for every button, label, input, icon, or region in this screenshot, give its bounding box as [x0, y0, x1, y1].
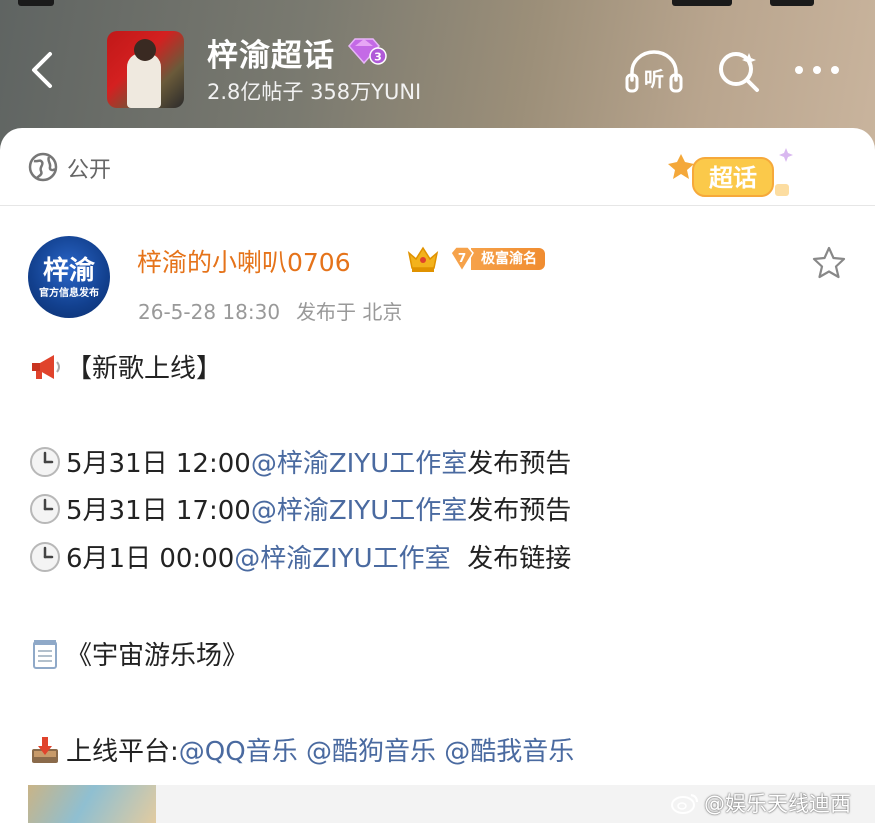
clock-icon [30, 493, 60, 524]
status-time-fragment [18, 0, 54, 6]
post-author-avatar[interactable]: 梓渝 官方信息发布 [28, 236, 110, 318]
post-line-1: 【新歌上线】 [28, 348, 222, 385]
back-button[interactable] [26, 48, 62, 92]
status-battery-fragment [770, 0, 814, 6]
status-signal-fragment [672, 0, 732, 6]
fan-badge-label: 极富渝名 [471, 248, 545, 270]
post-line-4: 6月1日 00:00 @梓渝ZIYU工作室 发布链接 [28, 538, 571, 575]
super-topic-badge: 超话 [668, 148, 793, 197]
more-dots-icon [795, 66, 839, 74]
svg-text:7: 7 [458, 251, 466, 265]
search-button[interactable] [716, 48, 762, 94]
media-thumbnail[interactable] [28, 785, 156, 823]
chevron-left-icon [32, 52, 52, 88]
weibo-logo-icon [671, 794, 698, 814]
globe-icon [28, 152, 58, 182]
post-line-5: 《宇宙游乐场》 [28, 635, 248, 672]
notepad-icon [33, 639, 57, 669]
search-icon [719, 52, 759, 92]
divider [0, 205, 875, 206]
post-time: 26-5-28 18:30 [138, 300, 281, 324]
megaphone-icon [32, 354, 60, 379]
svg-text:超话: 超话 [709, 164, 757, 192]
post-line-2: 5月31日 12:00 @梓渝ZIYU工作室 发布预告 [28, 443, 571, 480]
topic-avatar[interactable] [107, 31, 184, 108]
favorite-button[interactable] [811, 245, 847, 281]
svg-text:3: 3 [374, 51, 382, 64]
watermark: @娱乐天线迪西 [670, 788, 851, 818]
star-icon [812, 246, 846, 279]
svg-text:听: 听 [644, 67, 664, 91]
fan-badge[interactable]: 7 极富渝名 [449, 245, 545, 273]
topic-title: 梓渝超话 [207, 38, 335, 74]
inbox-tray-icon [32, 736, 58, 763]
status-bar [0, 0, 875, 12]
mention-link[interactable]: @QQ音乐 [179, 731, 298, 768]
mention-link[interactable]: @梓渝ZIYU工作室 [234, 538, 450, 575]
post-line-6: 上线平台: @QQ音乐 @酷狗音乐 @酷我音乐 [28, 731, 574, 768]
post-meta: 26-5-28 18:30 发布于 北京 [138, 296, 402, 325]
visibility-label: 公开 [67, 158, 112, 183]
clock-icon [30, 541, 60, 572]
fan-level-icon: 7 [449, 246, 475, 273]
level-badge: 3 [345, 36, 387, 66]
mention-link[interactable]: @梓渝ZIYU工作室 [251, 443, 467, 480]
mention-link[interactable]: @梓渝ZIYU工作室 [251, 490, 467, 527]
listen-button[interactable]: 听 [624, 48, 684, 94]
diamond-level-icon: 3 [348, 38, 387, 65]
clock-icon [30, 446, 60, 477]
topic-stats: 2.8亿帖子 358万YUNI [207, 80, 422, 104]
mention-link[interactable]: @酷我音乐 [444, 731, 574, 768]
visibility-row: 公开 超话 [0, 128, 875, 204]
more-button[interactable] [793, 60, 841, 80]
post-author-name[interactable]: 梓渝的小喇叭0706 [137, 243, 351, 279]
post-location: 发布于 北京 [296, 300, 403, 324]
post-line-3: 5月31日 17:00 @梓渝ZIYU工作室 发布预告 [28, 490, 571, 527]
headphones-icon: 听 [625, 50, 683, 93]
crown-icon [407, 246, 439, 272]
mention-link[interactable]: @酷狗音乐 [306, 731, 436, 768]
